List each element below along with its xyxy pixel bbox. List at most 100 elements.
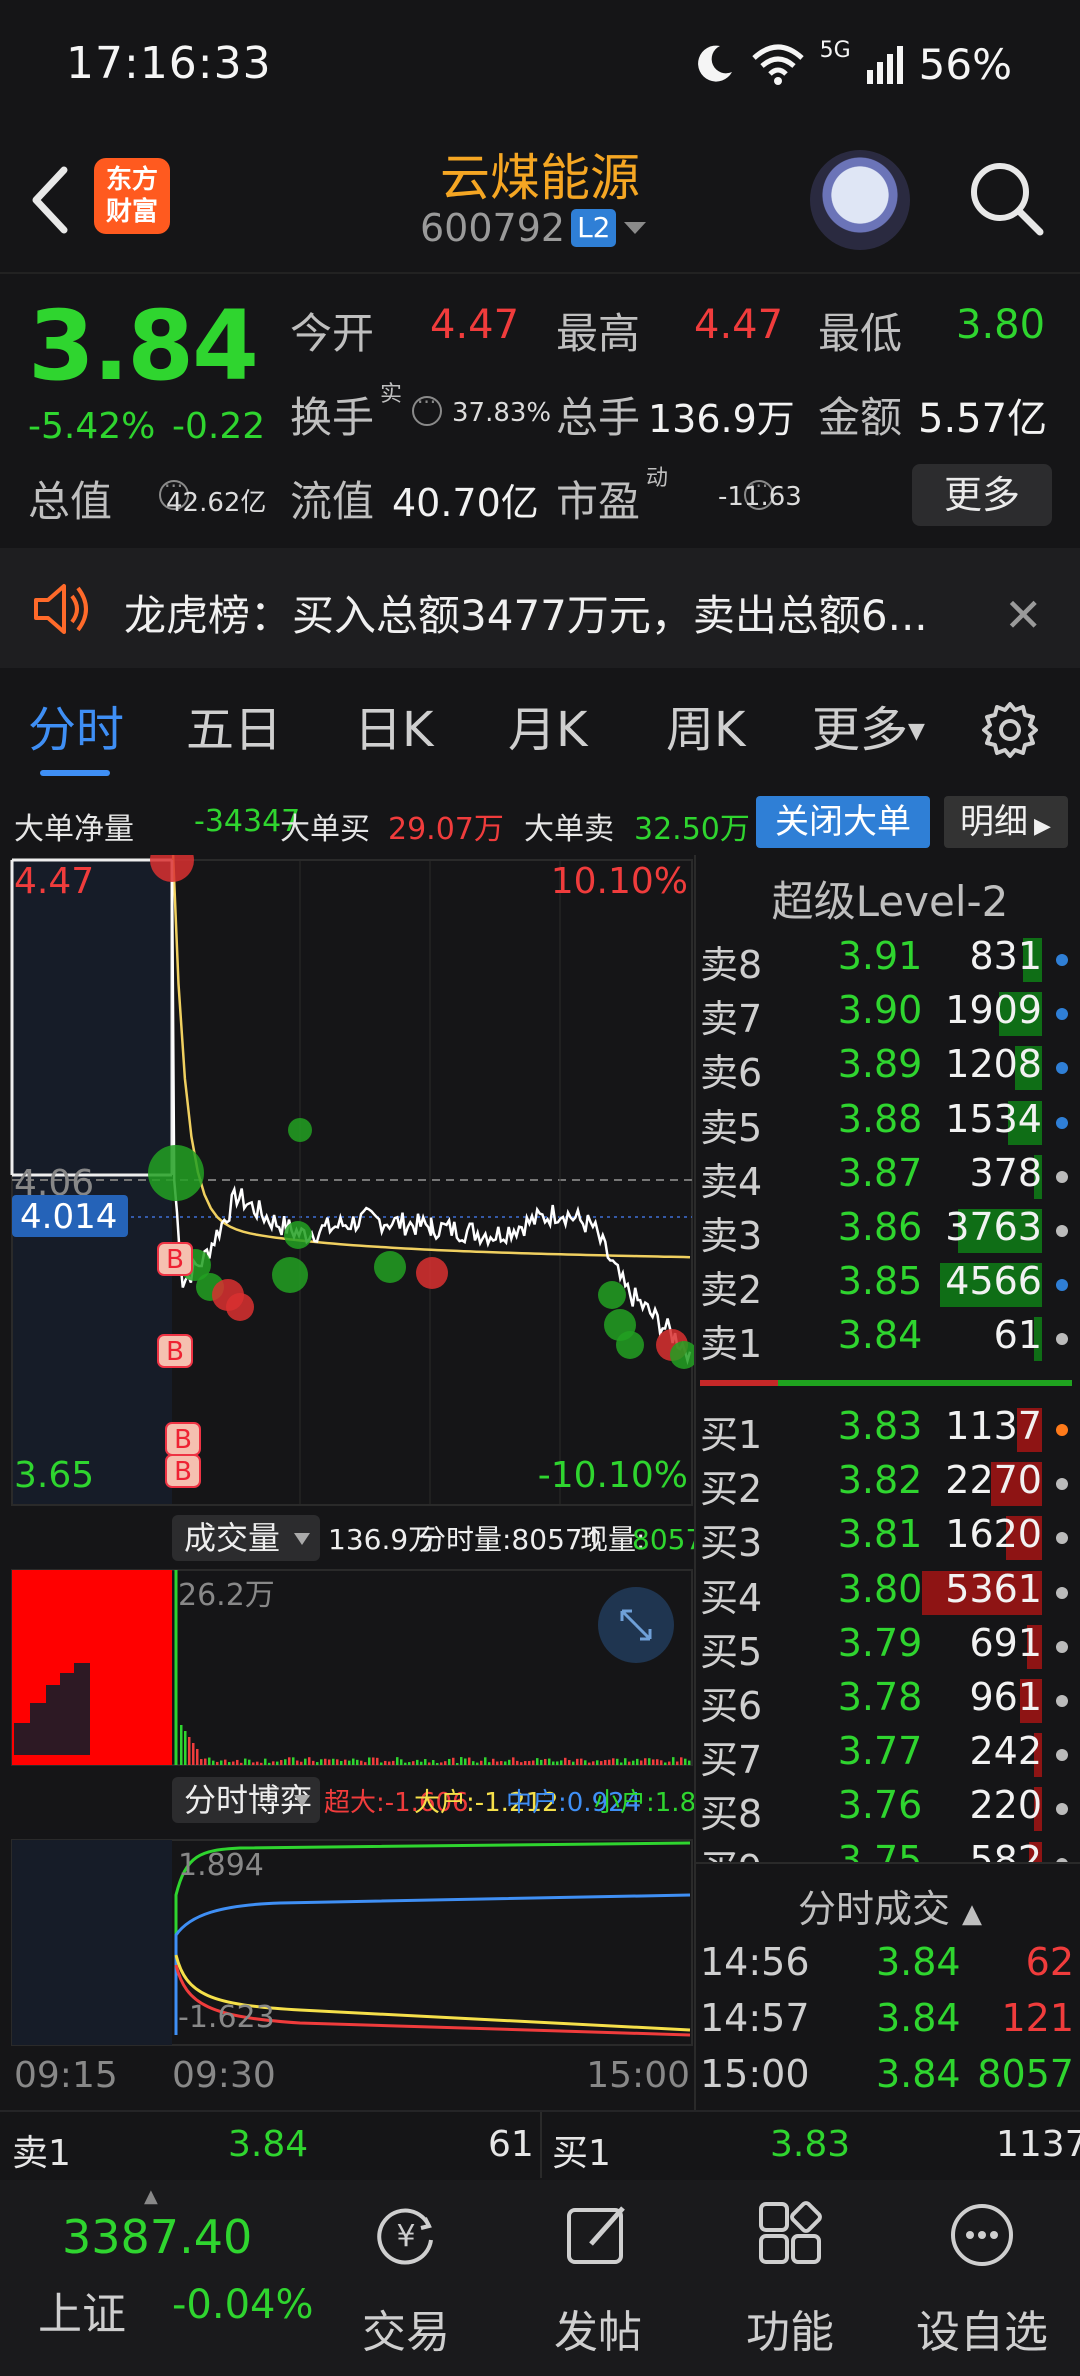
ob-volume: 4566 (945, 1259, 1042, 1304)
trade-time: 15:00 (700, 2052, 810, 2096)
volume-bar (392, 1760, 395, 1765)
close-big-order-button[interactable]: 关闭大单 (756, 796, 930, 848)
volume-bar (268, 1762, 271, 1765)
strip-buy-vol: 1137 (996, 2124, 1080, 2165)
search-icon[interactable] (966, 158, 1046, 238)
volume-bar (364, 1762, 367, 1765)
axis-price-low: 3.65 (14, 1455, 94, 1496)
notice-text[interactable]: 龙虎榜：买入总额3477万元，卖出总额6... (124, 582, 928, 643)
ob-status-dot (1056, 1170, 1068, 1183)
volume-bar (632, 1760, 635, 1765)
ob-price: 3.77 (837, 1729, 923, 1774)
trade-time: 14:56 (700, 1940, 810, 1984)
trade-volume: 62 (1025, 1940, 1074, 1984)
ob-level-label: 卖6 (700, 1051, 763, 1096)
ob-price: 3.90 (837, 988, 923, 1033)
high-value: 4.47 (694, 302, 784, 348)
turnover-value: 37.83% (452, 398, 552, 428)
volume-bar (636, 1758, 639, 1765)
stock-name[interactable]: 云煤能源 (0, 138, 1080, 210)
volume-bar (484, 1757, 487, 1765)
volume-value: 136.9万 (648, 397, 795, 441)
bid-ask-strip[interactable]: 卖1 3.84 61 买1 3.83 1137 (0, 2110, 1080, 2178)
volume-bar (284, 1759, 287, 1765)
volume-bar (248, 1759, 251, 1765)
ask-row[interactable]: 卖1 3.84 61 (700, 1313, 1080, 1367)
bid-row[interactable]: 买2 3.82 2270 (700, 1458, 1080, 1512)
close-icon[interactable]: ✕ (1004, 588, 1043, 642)
detail-button[interactable]: 明细 ▶ (944, 796, 1068, 848)
volume-bar (464, 1758, 467, 1765)
tab-more[interactable]: 更多▼ (812, 690, 925, 760)
status-time: 17:16:33 (66, 38, 272, 89)
flow-axis-min: -1.623 (178, 2000, 275, 2035)
bid-row[interactable]: 买3 3.81 1620 (700, 1512, 1080, 1566)
trade-price: 3.84 (876, 1996, 961, 2040)
volume-bar (656, 1759, 659, 1765)
stock-code-selector[interactable]: 600792 L2 (420, 206, 648, 250)
time-open: 09:30 (172, 2055, 276, 2095)
volume-bar (532, 1760, 535, 1765)
ob-status-dot (1056, 1532, 1068, 1545)
float-value: 40.70亿 (392, 481, 539, 525)
volume-bar (452, 1757, 455, 1765)
ask-row[interactable]: 卖3 3.86 3763 (700, 1205, 1080, 1259)
more-button[interactable]: 更多 (912, 464, 1052, 526)
bid-row[interactable]: 买1 3.83 1137 (700, 1404, 1080, 1458)
bid-row[interactable]: 买8 3.76 220 (700, 1783, 1080, 1837)
intraday-chart[interactable]: B B B B 4.47 10.10% 4.06 4.014 3.65 -10.… (0, 855, 694, 2095)
chevron-down-icon: ▼ (908, 719, 925, 744)
big-buy-label: 大单买 (280, 812, 370, 847)
volume-bar (180, 1725, 183, 1765)
ob-level-label: 买7 (700, 1738, 763, 1783)
gear-icon[interactable] (980, 700, 1040, 760)
ob-level-label: 卖3 (700, 1214, 763, 1258)
volume-bar (472, 1761, 475, 1765)
speaker-icon (34, 584, 88, 634)
tab-five-day[interactable]: 五日 (186, 690, 282, 760)
status-icons: 5G 56% (692, 36, 1012, 92)
assistant-robot-avatar[interactable] (810, 150, 910, 250)
bid-row[interactable]: 买5 3.79 691 (700, 1621, 1080, 1675)
volume-bar (200, 1759, 203, 1765)
ask-row[interactable]: 卖8 3.91 831 (700, 934, 1080, 988)
tab-daily-k[interactable]: 日K (354, 690, 433, 760)
volume-bar (580, 1758, 583, 1765)
index-widget[interactable]: ▲ 3387.40 上证 -0.04% (0, 2180, 320, 2376)
tab-intraday[interactable]: 分时 (28, 690, 124, 760)
volume-bar (524, 1761, 527, 1765)
bid-row[interactable]: 买7 3.77 242 (700, 1729, 1080, 1783)
ask-row[interactable]: 卖5 3.88 1534 (700, 1097, 1080, 1151)
ask-row[interactable]: 卖6 3.89 1208 (700, 1042, 1080, 1096)
ob-price: 3.75 (837, 1837, 923, 1862)
ask-row[interactable]: 卖2 3.85 4566 (700, 1259, 1080, 1313)
level2-title[interactable]: 超级Level-2 (700, 868, 1080, 929)
info-icon[interactable] (412, 390, 442, 426)
ob-price: 3.86 (837, 1205, 923, 1249)
ob-status-dot (1056, 954, 1068, 966)
volume-bar (324, 1758, 327, 1765)
volume-bar (348, 1760, 351, 1765)
bid-row[interactable]: 买9 3.75 582 (700, 1838, 1080, 1862)
volume-bar (412, 1761, 415, 1765)
volume-bar (244, 1758, 247, 1765)
ob-level-label: 买4 (700, 1575, 763, 1620)
ob-volume: 691 (969, 1620, 1042, 1665)
tab-weekly-k[interactable]: 周K (666, 690, 745, 760)
volume-bar (372, 1757, 375, 1765)
tab-monthly-k[interactable]: 月K (508, 690, 587, 760)
ask-row[interactable]: 卖4 3.87 378 (700, 1151, 1080, 1205)
volume-bar (500, 1761, 503, 1765)
big-order-bubble (616, 1331, 644, 1359)
index-value: 3387.40 (62, 2210, 253, 2264)
bid-row[interactable]: 买6 3.78 961 (700, 1675, 1080, 1729)
high-label: 最高 (556, 309, 641, 358)
volume-bar (332, 1758, 335, 1765)
volume-bar (600, 1761, 603, 1765)
mktcap-label: 总值 (28, 477, 113, 526)
trades-title[interactable]: 分时成交 ▲ (700, 1878, 1080, 1933)
bid-row[interactable]: 买4 3.80 5361 (700, 1567, 1080, 1621)
ob-status-dot (1056, 1478, 1068, 1491)
ob-price: 3.87 (837, 1150, 923, 1195)
ask-row[interactable]: 卖7 3.90 1909 (700, 988, 1080, 1042)
